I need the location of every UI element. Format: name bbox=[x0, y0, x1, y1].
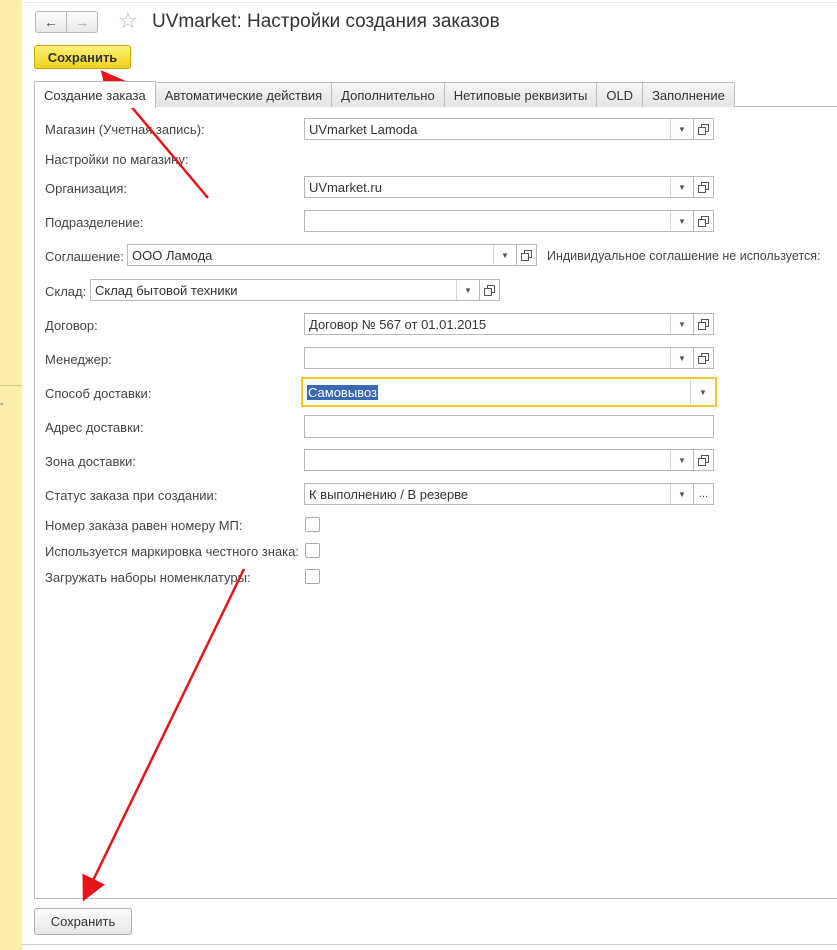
open-window-icon bbox=[698, 215, 709, 227]
chevron-down-icon[interactable]: ▼ bbox=[670, 348, 693, 368]
division-open-button[interactable] bbox=[694, 210, 714, 232]
open-window-icon bbox=[698, 352, 709, 364]
store-settings-label: Настройки по магазину: bbox=[45, 152, 189, 167]
chevron-down-icon[interactable]: ▼ bbox=[670, 484, 693, 504]
tab-filling[interactable]: Заполнение bbox=[643, 82, 735, 107]
individual-agreement-label: Индивидуальное соглашение не используетс… bbox=[547, 249, 821, 263]
tab-automatic-actions[interactable]: Автоматические действия bbox=[155, 82, 333, 107]
load-sets-checkbox[interactable] bbox=[305, 569, 320, 584]
save-button-top[interactable]: Сохранить bbox=[34, 45, 131, 69]
chevron-down-icon[interactable]: ▼ bbox=[690, 379, 715, 405]
tab-order-creation[interactable]: Создание заказа bbox=[34, 81, 156, 108]
order-status-value: К выполнению / В резерве bbox=[309, 487, 469, 502]
delivery-method-value-wrap: Самовывоз bbox=[307, 385, 378, 400]
agreement-label: Соглашение: bbox=[45, 249, 124, 264]
forward-button[interactable]: → bbox=[67, 11, 98, 33]
warehouse-open-button[interactable] bbox=[480, 279, 500, 301]
chevron-down-icon[interactable]: ▼ bbox=[670, 450, 693, 470]
tab-custom-attributes[interactable]: Нетиповые реквизиты bbox=[444, 82, 598, 107]
contract-value: Договор № 567 от 01.01.2015 bbox=[309, 317, 487, 332]
organization-field[interactable]: UVmarket.ru ▼ bbox=[304, 176, 694, 198]
order-number-checkbox[interactable] bbox=[305, 517, 320, 532]
order-status-field[interactable]: К выполнению / В резерве ▼ bbox=[304, 483, 694, 505]
open-window-icon bbox=[698, 181, 709, 193]
order-number-label: Номер заказа равен номеру МП: bbox=[45, 518, 243, 533]
open-window-icon bbox=[698, 454, 709, 466]
organization-value: UVmarket.ru bbox=[309, 180, 382, 195]
left-sidebar: - bbox=[0, 0, 23, 950]
top-divider bbox=[22, 2, 837, 3]
chevron-down-icon[interactable]: ▼ bbox=[670, 314, 693, 334]
warehouse-value: Склад бытовой техники bbox=[95, 283, 238, 298]
delivery-method-label: Способ доставки: bbox=[45, 386, 152, 401]
save-button-bottom[interactable]: Сохранить bbox=[34, 908, 132, 935]
delivery-zone-label: Зона доставки: bbox=[45, 454, 136, 469]
store-open-button[interactable] bbox=[694, 118, 714, 140]
sidebar-divider bbox=[0, 385, 22, 386]
arrow-right-icon: → bbox=[75, 14, 89, 30]
warehouse-field[interactable]: Склад бытовой техники ▼ bbox=[90, 279, 480, 301]
favorite-star-icon[interactable]: ☆ bbox=[118, 9, 138, 33]
agreement-field[interactable]: ООО Ламода ▼ bbox=[127, 244, 517, 266]
contract-open-button[interactable] bbox=[694, 313, 714, 335]
arrow-left-icon: ← bbox=[44, 14, 58, 30]
chevron-down-icon[interactable]: ▼ bbox=[456, 280, 479, 300]
agreement-open-button[interactable] bbox=[517, 244, 537, 266]
organization-label: Организация: bbox=[45, 181, 128, 196]
chevron-down-icon[interactable]: ▼ bbox=[493, 245, 516, 265]
tab-additional[interactable]: Дополнительно bbox=[332, 82, 445, 107]
contract-field[interactable]: Договор № 567 от 01.01.2015 ▼ bbox=[304, 313, 694, 335]
sidebar-marker: - bbox=[0, 398, 4, 410]
delivery-zone-open-button[interactable] bbox=[694, 449, 714, 471]
manager-label: Менеджер: bbox=[45, 352, 112, 367]
organization-open-button[interactable] bbox=[694, 176, 714, 198]
chevron-down-icon[interactable]: ▼ bbox=[670, 177, 693, 197]
delivery-method-value: Самовывоз bbox=[307, 385, 378, 400]
store-label: Магазин (Учетная запись): bbox=[45, 122, 205, 137]
open-window-icon bbox=[521, 249, 532, 261]
store-field[interactable]: UVmarket Lamoda ▼ bbox=[304, 118, 694, 140]
store-value: UVmarket Lamoda bbox=[309, 122, 418, 137]
chevron-down-icon[interactable]: ▼ bbox=[670, 119, 693, 139]
navigation-buttons: ← → bbox=[35, 11, 98, 33]
tab-bar: Создание заказа Автоматические действия … bbox=[34, 81, 735, 108]
open-window-icon bbox=[698, 123, 709, 135]
division-field[interactable]: ▼ bbox=[304, 210, 694, 232]
open-window-icon bbox=[484, 284, 495, 296]
honest-sign-checkbox[interactable] bbox=[305, 543, 320, 558]
settings-window: ← → ☆ UVmarket: Настройки создания заказ… bbox=[22, 0, 837, 950]
delivery-method-field[interactable]: Самовывоз ▼ bbox=[301, 377, 717, 407]
page-title: UVmarket: Настройки создания заказов bbox=[152, 11, 500, 32]
open-window-icon bbox=[698, 318, 709, 330]
order-status-choose-button[interactable]: ... bbox=[694, 483, 714, 505]
division-label: Подразделение: bbox=[45, 215, 144, 230]
delivery-address-input[interactable] bbox=[304, 415, 714, 438]
contract-label: Договор: bbox=[45, 318, 98, 333]
manager-field[interactable]: ▼ bbox=[304, 347, 694, 369]
back-button[interactable]: ← bbox=[35, 11, 67, 33]
bottom-divider bbox=[22, 944, 837, 945]
order-status-label: Статус заказа при создании: bbox=[45, 488, 218, 503]
delivery-zone-field[interactable]: ▼ bbox=[304, 449, 694, 471]
load-sets-label: Загружать наборы номенклатуры: bbox=[45, 570, 251, 585]
chevron-down-icon[interactable]: ▼ bbox=[670, 211, 693, 231]
agreement-value: ООО Ламода bbox=[132, 248, 213, 263]
tab-old[interactable]: OLD bbox=[597, 82, 644, 107]
warehouse-label: Склад: bbox=[45, 284, 87, 299]
delivery-address-label: Адрес доставки: bbox=[45, 420, 144, 435]
honest-sign-label: Используется маркировка честного знака: bbox=[45, 544, 299, 559]
manager-open-button[interactable] bbox=[694, 347, 714, 369]
